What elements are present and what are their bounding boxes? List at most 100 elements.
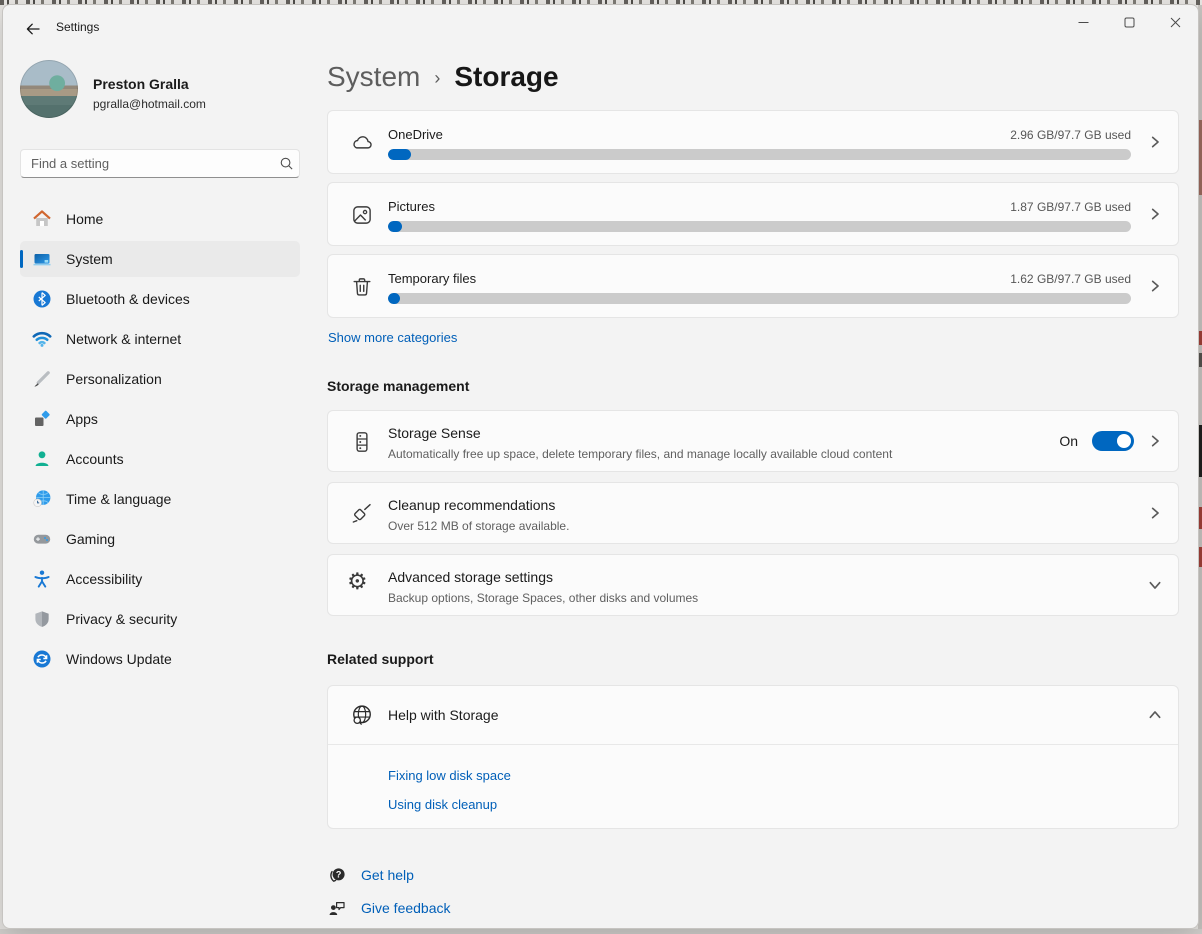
network-icon xyxy=(32,329,52,349)
windows-update-icon xyxy=(32,649,52,669)
system-icon xyxy=(32,249,52,269)
storage-category-temporary-files[interactable]: Temporary files 1.62 GB/97.7 GB used xyxy=(327,254,1179,318)
advanced-storage-settings-row[interactable]: ⚙ Advanced storage settings Backup optio… xyxy=(327,554,1179,616)
row-subtitle: Backup options, Storage Spaces, other di… xyxy=(388,591,698,605)
globe-search-icon xyxy=(349,702,375,728)
sidebar-item-gaming[interactable]: Gaming xyxy=(20,521,300,557)
storage-category-pictures[interactable]: Pictures 1.87 GB/97.7 GB used xyxy=(327,182,1179,246)
show-more-categories-link[interactable]: Show more categories xyxy=(328,330,457,345)
sidebar-item-bluetooth-devices[interactable]: Bluetooth & devices xyxy=(20,281,300,317)
time-language-icon xyxy=(32,489,52,509)
breadcrumb-parent[interactable]: System xyxy=(327,61,420,93)
get-help-icon: ? xyxy=(327,865,347,885)
window-controls xyxy=(1060,5,1198,39)
back-button[interactable] xyxy=(17,17,49,41)
chevron-right-icon xyxy=(1148,279,1162,293)
category-usage: 2.96 GB/97.7 GB used xyxy=(1010,128,1131,142)
apps-icon xyxy=(32,409,52,429)
get-help-link[interactable]: ? Get help xyxy=(327,865,414,885)
back-arrow-icon xyxy=(25,21,41,37)
maximize-button[interactable] xyxy=(1106,5,1152,39)
category-usage: 1.87 GB/97.7 GB used xyxy=(1010,200,1131,214)
sidebar-item-accounts[interactable]: Accounts xyxy=(20,441,300,477)
search-box xyxy=(20,149,300,178)
progress-bar xyxy=(388,221,1131,232)
row-title: Advanced storage settings xyxy=(388,569,553,585)
row-title: Storage Sense xyxy=(388,425,481,441)
sidebar-item-network-internet[interactable]: Network & internet xyxy=(20,321,300,357)
search-input[interactable] xyxy=(21,156,273,171)
chevron-right-icon xyxy=(1148,207,1162,221)
close-button[interactable] xyxy=(1152,5,1198,39)
page-title: Storage xyxy=(454,61,558,93)
chevron-up-icon xyxy=(1148,708,1162,722)
profile-email: pgralla@hotmail.com xyxy=(93,97,206,111)
background-bottom-strip xyxy=(0,929,1202,934)
chevron-right-icon xyxy=(1148,506,1162,520)
storage-sense-icon xyxy=(349,429,375,455)
sidebar-item-windows-update[interactable]: Windows Update xyxy=(20,641,300,677)
category-usage: 1.62 GB/97.7 GB used xyxy=(1010,272,1131,286)
storage-category-onedrive[interactable]: OneDrive 2.96 GB/97.7 GB used xyxy=(327,110,1179,174)
help-link-using-disk-cleanup[interactable]: Using disk cleanup xyxy=(388,797,497,812)
chevron-right-icon xyxy=(1148,434,1162,448)
svg-text:?: ? xyxy=(336,870,342,880)
bluetooth-icon xyxy=(32,289,52,309)
category-name: Pictures xyxy=(388,199,435,214)
breadcrumb-separator-icon: › xyxy=(434,68,440,89)
toggle-state-label: On xyxy=(1059,433,1078,449)
row-subtitle: Over 512 MB of storage available. xyxy=(388,519,569,533)
accessibility-icon xyxy=(32,569,52,589)
avatar[interactable] xyxy=(20,60,78,118)
profile-name: Preston Gralla xyxy=(93,76,189,92)
sidebar-item-apps[interactable]: Apps xyxy=(20,401,300,437)
help-link-fixing-low-disk-space[interactable]: Fixing low disk space xyxy=(388,768,511,783)
home-icon xyxy=(32,209,52,229)
sidebar-item-home[interactable]: Home xyxy=(20,201,300,237)
maximize-icon xyxy=(1124,17,1135,28)
progress-bar xyxy=(388,293,1131,304)
storage-management-heading: Storage management xyxy=(327,378,469,394)
category-name: Temporary files xyxy=(388,271,476,286)
sidebar-item-system[interactable]: System xyxy=(20,241,300,277)
sidebar-nav: Home System Bluetooth & devices xyxy=(20,201,300,681)
minimize-button[interactable] xyxy=(1060,5,1106,39)
help-card: Help with Storage Fixing low disk space … xyxy=(327,685,1179,829)
app-title: Settings xyxy=(56,20,99,34)
row-subtitle: Automatically free up space, delete temp… xyxy=(388,447,892,461)
selected-indicator xyxy=(20,250,23,268)
cleanup-recommendations-row[interactable]: Cleanup recommendations Over 512 MB of s… xyxy=(327,482,1179,544)
give-feedback-link[interactable]: Give feedback xyxy=(327,898,451,918)
close-icon xyxy=(1170,17,1181,28)
divider xyxy=(328,744,1178,745)
accounts-icon xyxy=(32,449,52,469)
personalization-icon xyxy=(32,369,52,389)
gaming-icon xyxy=(32,529,52,549)
help-with-storage-row[interactable]: Help with Storage xyxy=(328,686,1178,744)
settings-window: Settings Preston Gralla pgralla@hotmail.… xyxy=(2,4,1199,929)
cloud-icon xyxy=(349,130,375,156)
trash-icon xyxy=(349,274,375,300)
broom-icon xyxy=(349,501,375,527)
give-feedback-icon xyxy=(327,898,347,918)
help-title: Help with Storage xyxy=(388,707,499,723)
chevron-right-icon xyxy=(1148,135,1162,149)
sidebar-item-time-language[interactable]: Time & language xyxy=(20,481,300,517)
toggle-knob xyxy=(1117,434,1131,448)
progress-bar xyxy=(388,149,1131,160)
category-name: OneDrive xyxy=(388,127,443,142)
sidebar-item-privacy-security[interactable]: Privacy & security xyxy=(20,601,300,637)
storage-sense-row[interactable]: Storage Sense Automatically free up spac… xyxy=(327,410,1179,472)
sidebar-item-accessibility[interactable]: Accessibility xyxy=(20,561,300,597)
related-support-heading: Related support xyxy=(327,651,434,667)
minimize-icon xyxy=(1078,17,1089,28)
sidebar-item-personalization[interactable]: Personalization xyxy=(20,361,300,397)
picture-icon xyxy=(349,202,375,228)
chevron-down-icon xyxy=(1148,578,1162,592)
row-title: Cleanup recommendations xyxy=(388,497,555,513)
search-icon[interactable] xyxy=(273,156,299,171)
breadcrumb: System › Storage xyxy=(327,61,559,93)
privacy-security-icon xyxy=(32,609,52,629)
storage-sense-toggle[interactable] xyxy=(1092,431,1134,451)
gear-icon: ⚙ xyxy=(347,569,368,595)
